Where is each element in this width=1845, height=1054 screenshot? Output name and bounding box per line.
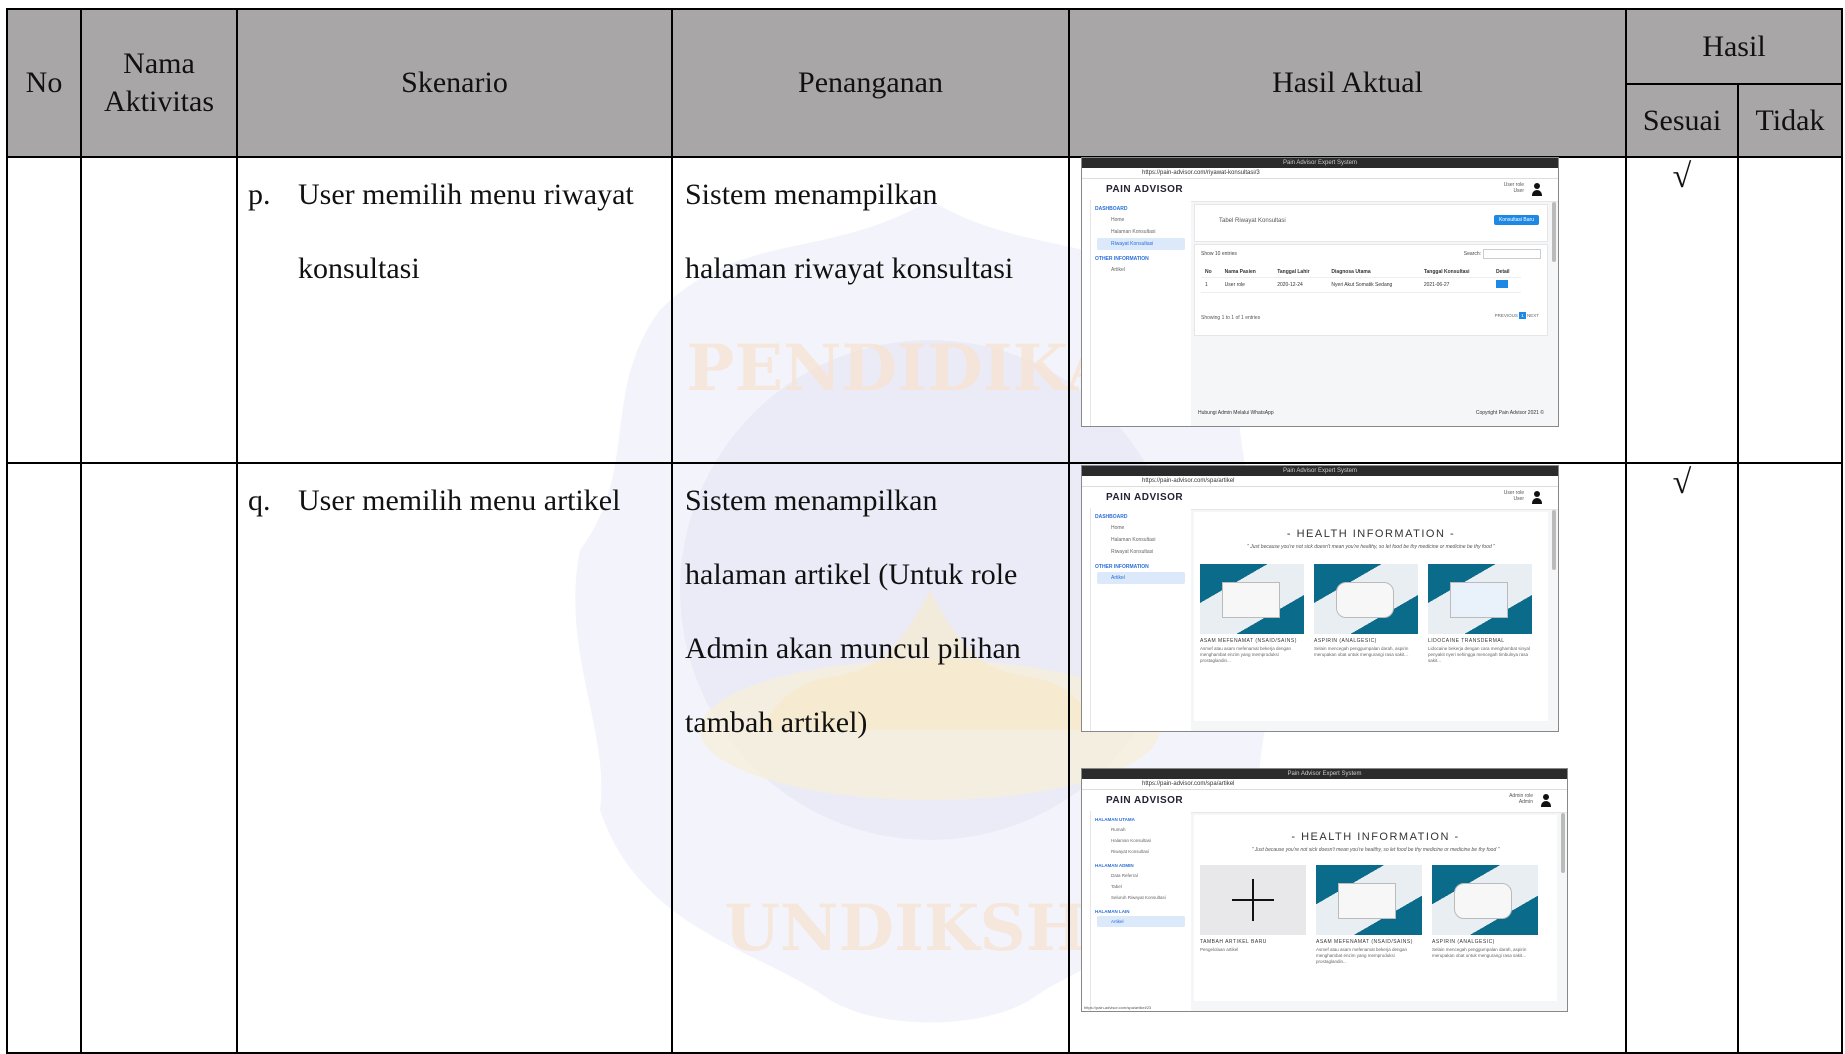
user-label: User role User: [1503, 490, 1524, 502]
search-input: [1483, 249, 1541, 259]
plus-icon: [1200, 865, 1306, 935]
screenshot-artikel-admin: Pain Advisor Expert System https://pain-…: [1081, 768, 1568, 1012]
health-info-heading: - HEALTH INFORMATION -: [1286, 528, 1456, 540]
col-nama-aktivitas: Nama Aktivitas: [80, 8, 238, 158]
user-label: User role User: [1503, 182, 1524, 194]
tidak-cell: [1737, 462, 1843, 1054]
row-handling-cell: Sistem menampilkan halaman artikel (Untuk…: [671, 462, 1070, 1054]
row-no-cell: [6, 156, 82, 464]
page-title: Tabel Riwayat Konsultasi: [1219, 218, 1286, 224]
tidak-cell: [1737, 156, 1843, 464]
row-handling-cell: Sistem menampilkan halaman riwayat konsul…: [671, 156, 1070, 464]
col-hasil: Hasil: [1625, 8, 1843, 85]
col-skenario: Skenario: [236, 8, 673, 158]
col-hasil-aktual: Hasil Aktual: [1068, 8, 1627, 158]
app-logo: PAIN ADVISOR: [1106, 184, 1184, 195]
pagination: PREVIOUS 1 NEXT: [1494, 312, 1539, 319]
col-tidak: Tidak: [1737, 83, 1843, 158]
sesuai-checkmark: √: [1625, 156, 1739, 464]
user-label: Admin role Admin: [1509, 793, 1533, 805]
user-avatar-icon: [1541, 794, 1551, 808]
col-no: No: [6, 8, 82, 158]
article-card: ASPIRIN (ANALGESIC) Selain mencegah pengg…: [1432, 865, 1538, 959]
new-consultation-button: Konsultasi Baru: [1493, 215, 1539, 225]
sesuai-checkmark: √: [1625, 462, 1739, 1054]
screenshot-artikel-user: Pain Advisor Expert System https://pain-…: [1081, 465, 1559, 732]
sidebar: HALAMAN UTAMA Rumah Halaman Konsultasi R…: [1091, 811, 1191, 1011]
sidebar: DASHBOARD Home Halaman Konsultasi Riwaya…: [1091, 508, 1191, 731]
article-card: ASAM MEFENAMAT (NSAID/SAINS) Asmef atau a…: [1200, 564, 1304, 664]
add-article-card: TAMBAH ARTIKEL BARU Pengelolaan artikel: [1200, 865, 1306, 953]
screenshot-riwayat-konsultasi: Pain Advisor Expert System https://pain-…: [1081, 157, 1559, 427]
article-card: ASAM MEFENAMAT (NSAID/SAINS) Asmef atau a…: [1316, 865, 1422, 965]
user-avatar-icon: [1532, 183, 1542, 197]
app-logo: PAIN ADVISOR: [1106, 492, 1184, 503]
app-logo: PAIN ADVISOR: [1106, 795, 1184, 806]
user-avatar-icon: [1532, 491, 1542, 505]
row-no-cell: [6, 462, 82, 1054]
icon-rail: [1082, 200, 1091, 426]
detail-button: [1495, 280, 1508, 288]
article-card: LIDOCAINE TRANSDERMAL Lidocaine bekerja d…: [1428, 564, 1532, 664]
row-activity-cell: [80, 156, 238, 464]
col-penanganan: Penanganan: [671, 8, 1070, 158]
sidebar: DASHBOARD Home Halaman Konsultasi Riwaya…: [1091, 200, 1191, 426]
table-row: p. User memilih menu riwayat konsultasi S…: [6, 156, 1843, 464]
article-card: ASPIRIN (ANALGESIC) Selain mencegah pengg…: [1314, 564, 1418, 658]
row-scenario-cell: p. User memilih menu riwayat konsultasi: [236, 156, 673, 464]
row-scenario-cell: q. User memilih menu artikel: [236, 462, 673, 1054]
row-activity-cell: [80, 462, 238, 1054]
col-sesuai: Sesuai: [1625, 83, 1739, 158]
health-info-heading: - HEALTH INFORMATION -: [1291, 831, 1460, 843]
